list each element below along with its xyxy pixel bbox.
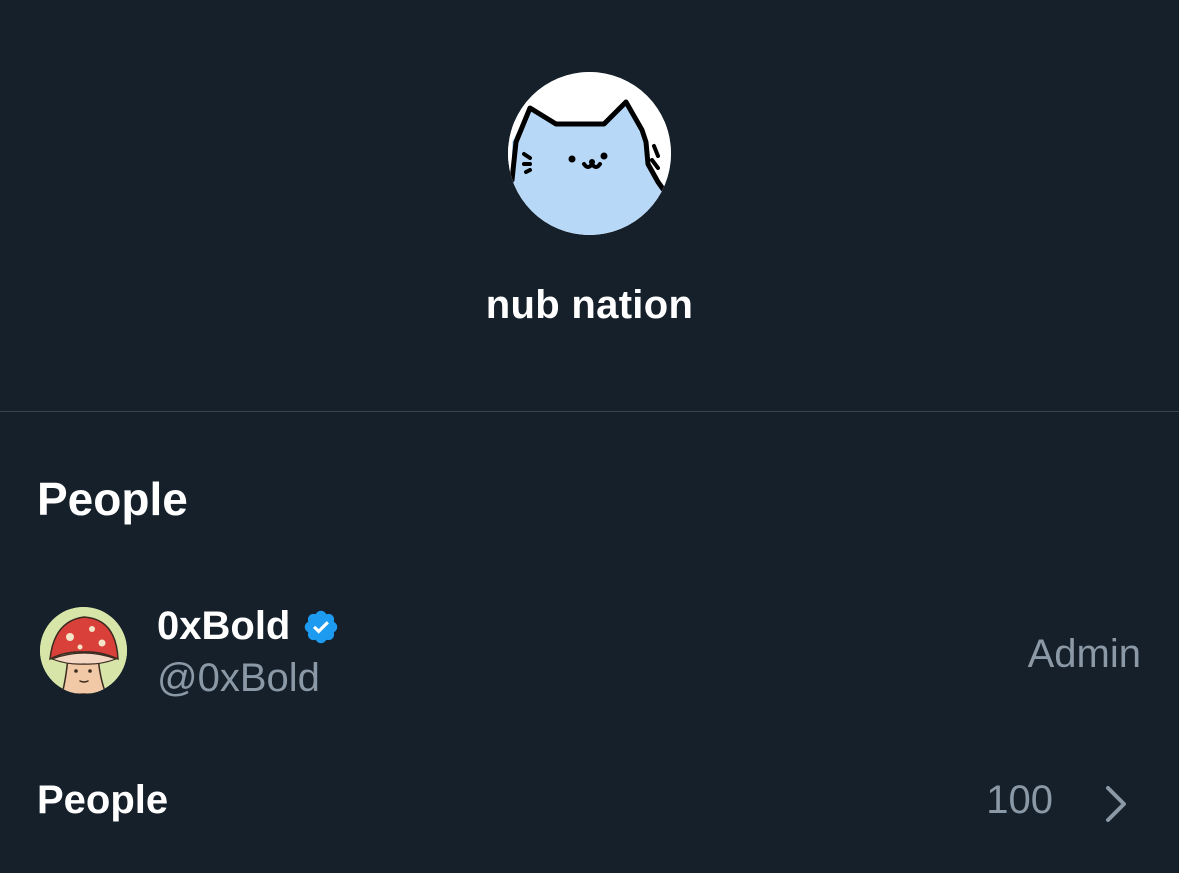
people-count-row[interactable]: People 100 (0, 760, 1179, 844)
verified-badge-icon (305, 610, 338, 643)
divider (0, 411, 1179, 412)
member-display-name: 0xBold (157, 604, 291, 648)
mushroom-avatar-icon (40, 607, 127, 694)
people-count-label: People (37, 778, 169, 822)
member-role-label: Admin (1027, 632, 1141, 676)
member-name-line: 0xBold (157, 604, 340, 649)
people-count-value: 100 (986, 778, 1053, 822)
cat-avatar-icon (508, 72, 671, 235)
member-row[interactable]: 0xBold @0xBold Admin (0, 590, 1179, 710)
member-handle: @0xBold (157, 656, 320, 700)
people-section-heading: People (37, 473, 188, 525)
group-name: nub nation (485, 283, 694, 327)
chevron-right-icon (1106, 786, 1126, 822)
group-info-page: nub nation People 0xBold @0xBold Admin P… (0, 0, 1179, 873)
group-avatar[interactable] (508, 72, 671, 235)
member-avatar[interactable] (40, 607, 127, 694)
